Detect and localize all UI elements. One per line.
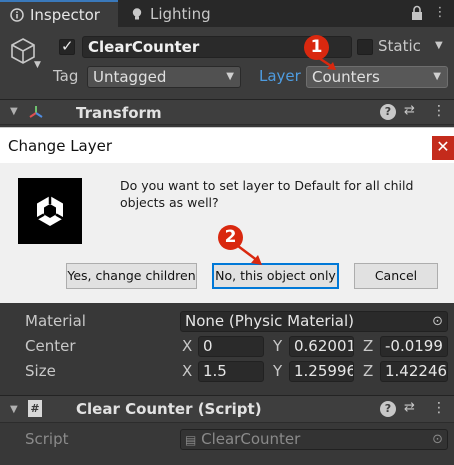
transform-axes-icon	[29, 106, 43, 118]
tag-value: Untagged	[93, 68, 167, 86]
center-y-label: Y	[273, 337, 283, 355]
script-field: ▤ ClearCounter ⊙	[180, 429, 448, 450]
static-checkbox[interactable]	[357, 39, 373, 55]
lock-icon[interactable]	[409, 5, 425, 21]
script-component-title: Clear Counter (Script)	[76, 400, 262, 418]
more-options-icon[interactable]: ⋮	[432, 103, 446, 119]
help-icon[interactable]: ?	[380, 104, 396, 120]
script-asset-icon: ▤	[185, 433, 197, 447]
layer-label: Layer	[259, 67, 301, 85]
center-label: Center	[25, 337, 76, 355]
chevron-down-icon: ▼	[226, 71, 234, 82]
center-x-field[interactable]: 0	[198, 336, 264, 357]
active-checkbox[interactable]	[59, 37, 75, 55]
object-picker-icon: ⊙	[432, 432, 443, 447]
tab-lighting[interactable]: Lighting	[124, 0, 234, 27]
script-label: Script	[25, 430, 69, 448]
dialog-message: Do you want to set layer to Default for …	[120, 177, 420, 211]
center-z-field[interactable]: -0.0199	[380, 336, 448, 357]
script-file-icon: #	[28, 400, 42, 417]
tab-bar: Inspector Lighting ⋮	[0, 0, 454, 27]
dialog-titlebar: Change Layer	[0, 127, 454, 164]
more-options-icon[interactable]: ⋮	[432, 5, 448, 21]
dialog-message-line2: objects as well?	[120, 195, 219, 210]
preset-icon[interactable]: ⇄	[404, 103, 415, 118]
more-options-icon[interactable]: ⋮	[432, 400, 446, 416]
tab-inspector-label: Inspector	[30, 5, 100, 24]
script-value: ClearCounter	[201, 430, 301, 448]
static-dropdown-arrow-icon[interactable]: ▼	[435, 40, 443, 51]
size-y-field[interactable]: 1.25996	[289, 361, 354, 382]
size-label: Size	[25, 362, 56, 380]
material-value: None (Physic Material)	[185, 312, 354, 330]
cancel-button[interactable]: Cancel	[354, 263, 438, 289]
foldout-triangle-icon[interactable]: ▼	[10, 106, 18, 117]
object-picker-icon[interactable]: ⊙	[432, 312, 443, 331]
size-y-label: Y	[273, 362, 283, 380]
tag-dropdown[interactable]: Untagged ▼	[87, 66, 241, 88]
material-field[interactable]: None (Physic Material) ⊙	[180, 311, 448, 332]
size-x-field[interactable]: 1.5	[198, 361, 264, 382]
center-z-label: Z	[363, 337, 374, 355]
size-x-label: X	[182, 362, 193, 380]
center-y-field[interactable]: 0.62001	[289, 336, 354, 357]
size-z-field[interactable]: 1.42246	[380, 361, 448, 382]
chevron-down-icon: ▼	[433, 71, 441, 82]
help-icon[interactable]: ?	[380, 401, 396, 417]
info-icon	[10, 7, 24, 22]
annotation-arrow-2-icon	[237, 245, 262, 265]
no-this-object-only-button[interactable]: No, this object only	[212, 263, 339, 289]
unity-logo-icon	[18, 178, 82, 244]
dialog-message-line1: Do you want to set layer to Default for …	[120, 178, 414, 193]
transform-title: Transform	[76, 104, 162, 122]
preset-icon[interactable]: ⇄	[404, 400, 415, 415]
static-label: Static	[378, 37, 421, 55]
center-x-label: X	[182, 337, 193, 355]
size-z-label: Z	[363, 362, 374, 380]
tab-lighting-label: Lighting	[150, 4, 211, 23]
tab-inspector[interactable]: Inspector	[0, 0, 118, 27]
annotation-arrow-1-icon	[315, 54, 336, 70]
tag-label: Tag	[53, 67, 79, 85]
yes-change-children-button[interactable]: Yes, change children	[66, 263, 197, 289]
foldout-triangle-icon[interactable]: ▼	[10, 404, 18, 415]
material-label: Material	[25, 312, 86, 330]
lightbulb-icon	[132, 7, 142, 19]
close-button[interactable]: ✕	[432, 136, 454, 160]
icon-dropdown-arrow-icon[interactable]: ▼	[34, 60, 41, 70]
dialog-title: Change Layer	[8, 137, 113, 155]
